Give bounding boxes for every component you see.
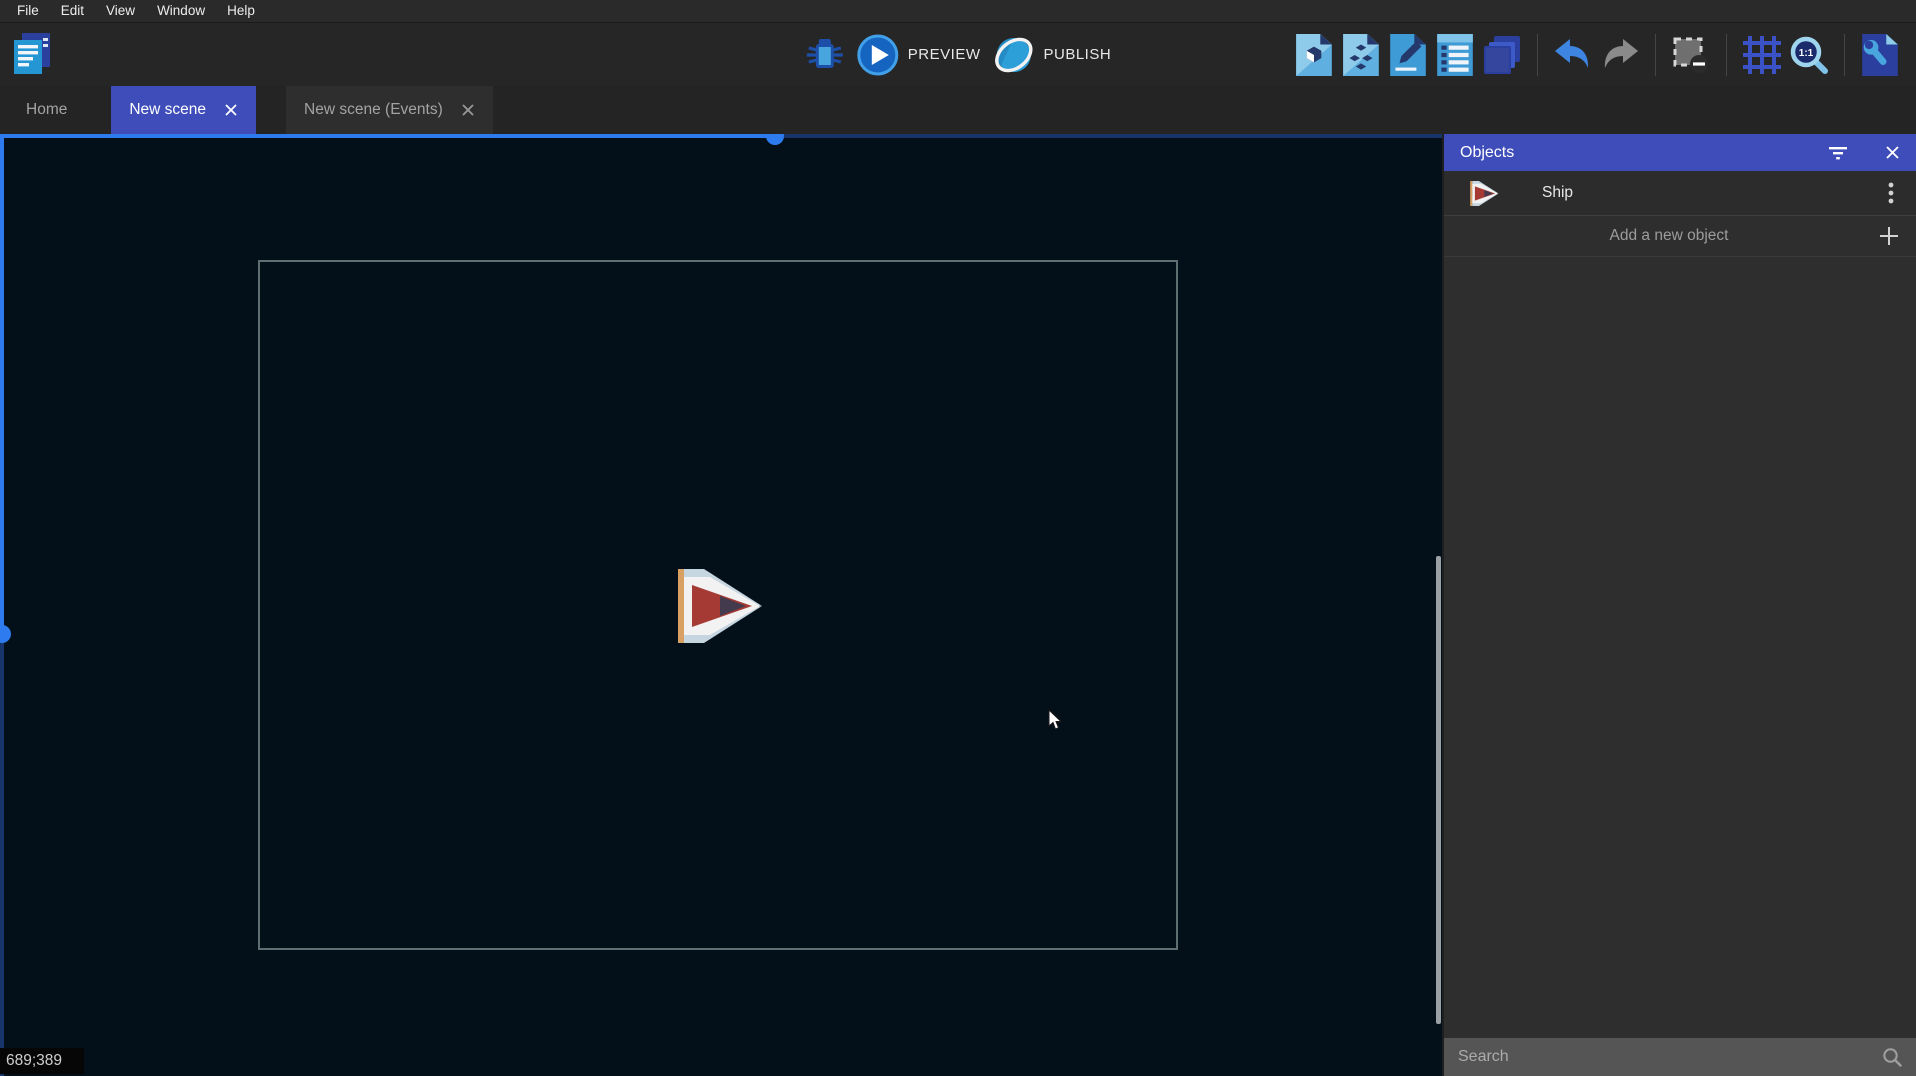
filter-icon[interactable] bbox=[1828, 143, 1848, 163]
debugger-icon bbox=[805, 35, 845, 75]
scene-editor-canvas[interactable]: 689;389 bbox=[0, 134, 1442, 1076]
horizontal-scroll-knob[interactable] bbox=[766, 134, 784, 145]
menu-item-help[interactable]: Help bbox=[216, 0, 266, 22]
menu-item-edit[interactable]: Edit bbox=[50, 0, 95, 22]
workspace: 689;389 Objects bbox=[0, 134, 1916, 1076]
undo-icon bbox=[1553, 37, 1593, 73]
publish-label: PUBLISH bbox=[1043, 46, 1111, 63]
zoom-1-1-button[interactable]: 1:1 bbox=[1789, 32, 1829, 78]
properties-panel-button[interactable] bbox=[1388, 32, 1428, 78]
tab-new-scene-label: New scene bbox=[129, 101, 206, 119]
objects-panel: Objects bbox=[1442, 134, 1916, 1076]
mouse-cursor bbox=[1048, 710, 1064, 732]
project-manager-button[interactable] bbox=[8, 30, 56, 80]
menu-item-view[interactable]: View bbox=[95, 0, 146, 22]
menu-item-file[interactable]: File bbox=[6, 0, 50, 22]
horizontal-scroll-track-active[interactable] bbox=[0, 134, 775, 138]
properties-panel-icon bbox=[1389, 33, 1427, 77]
scene-properties-button[interactable] bbox=[1860, 32, 1900, 78]
object-name: Ship bbox=[1542, 184, 1573, 202]
grid-icon bbox=[1743, 36, 1781, 74]
project-manager-icon bbox=[10, 31, 54, 79]
close-panel-icon[interactable] bbox=[1882, 143, 1902, 163]
coordinates-display: 689;389 bbox=[0, 1048, 84, 1074]
menu-bar: File Edit View Window Help bbox=[0, 0, 1916, 22]
tab-home[interactable]: Home bbox=[0, 86, 93, 134]
horizontal-scroll-track[interactable] bbox=[775, 134, 1442, 138]
toggle-grid-button[interactable] bbox=[1742, 32, 1782, 78]
objects-search-input[interactable] bbox=[1458, 1048, 1882, 1066]
object-groups-icon bbox=[1342, 33, 1380, 77]
toolbar-right-group: 1:1 bbox=[1294, 32, 1916, 78]
toolbar-center-group: PREVIEW PUBLISH bbox=[805, 32, 1111, 78]
publish-globe-icon bbox=[992, 34, 1034, 76]
debugger-button[interactable] bbox=[805, 32, 845, 78]
close-tab-icon[interactable] bbox=[224, 103, 238, 117]
search-icon[interactable] bbox=[1882, 1047, 1902, 1067]
vertical-scroll-track[interactable] bbox=[0, 638, 4, 1076]
delete-selection-icon bbox=[1671, 35, 1711, 75]
objects-search-bar bbox=[1444, 1038, 1916, 1076]
scene-properties-icon bbox=[1861, 33, 1899, 77]
ship-instance[interactable] bbox=[672, 563, 766, 649]
layers-panel-button[interactable] bbox=[1482, 32, 1522, 78]
add-new-object-button[interactable]: Add a new object bbox=[1444, 216, 1916, 257]
vertical-scroll-track-active[interactable] bbox=[0, 134, 4, 634]
play-icon bbox=[857, 34, 899, 76]
vertical-scroll-knob[interactable] bbox=[0, 625, 11, 643]
objects-panel-title: Objects bbox=[1460, 144, 1514, 162]
toolbar-separator bbox=[1655, 34, 1656, 76]
canvas-scrollbar-thumb[interactable] bbox=[1436, 556, 1441, 1024]
close-tab-icon[interactable] bbox=[461, 103, 475, 117]
objects-panel-icon bbox=[1295, 33, 1333, 77]
publish-button[interactable]: PUBLISH bbox=[992, 34, 1111, 76]
plus-icon bbox=[1878, 225, 1900, 247]
delete-selection-button[interactable] bbox=[1671, 32, 1711, 78]
preview-label: PREVIEW bbox=[908, 46, 981, 63]
preview-button[interactable]: PREVIEW bbox=[857, 34, 981, 76]
tab-new-scene-events[interactable]: New scene (Events) bbox=[286, 86, 493, 134]
toolbar-separator bbox=[1726, 34, 1727, 76]
instances-list-button[interactable] bbox=[1435, 32, 1475, 78]
toolbar-separator bbox=[1844, 34, 1845, 76]
svg-text:1:1: 1:1 bbox=[1799, 48, 1814, 59]
editor-tab-bar: Home New scene New scene (Events) bbox=[0, 86, 1916, 134]
main-toolbar: PREVIEW PUBLISH bbox=[0, 22, 1916, 86]
ship-thumbnail-icon bbox=[1468, 179, 1500, 208]
zoom-1-1-icon: 1:1 bbox=[1789, 35, 1829, 75]
instances-list-icon bbox=[1436, 33, 1474, 77]
objects-panel-empty-area bbox=[1444, 257, 1916, 1038]
object-menu-icon[interactable] bbox=[1882, 182, 1900, 204]
object-list-item-ship[interactable]: Ship bbox=[1444, 171, 1916, 216]
add-new-object-label: Add a new object bbox=[1460, 227, 1878, 245]
layers-panel-icon bbox=[1482, 34, 1522, 76]
undo-button[interactable] bbox=[1553, 32, 1593, 78]
redo-button[interactable] bbox=[1600, 32, 1640, 78]
tab-new-scene-events-label: New scene (Events) bbox=[304, 101, 443, 119]
objects-panel-button[interactable] bbox=[1294, 32, 1334, 78]
objects-panel-header: Objects bbox=[1444, 134, 1916, 171]
tab-home-label: Home bbox=[26, 101, 67, 119]
toolbar-separator bbox=[1537, 34, 1538, 76]
redo-icon bbox=[1600, 37, 1640, 73]
gdevelop-window: File Edit View Window Help bbox=[0, 0, 1916, 1076]
object-groups-button[interactable] bbox=[1341, 32, 1381, 78]
menu-item-window[interactable]: Window bbox=[146, 0, 216, 22]
tab-new-scene[interactable]: New scene bbox=[111, 86, 256, 134]
